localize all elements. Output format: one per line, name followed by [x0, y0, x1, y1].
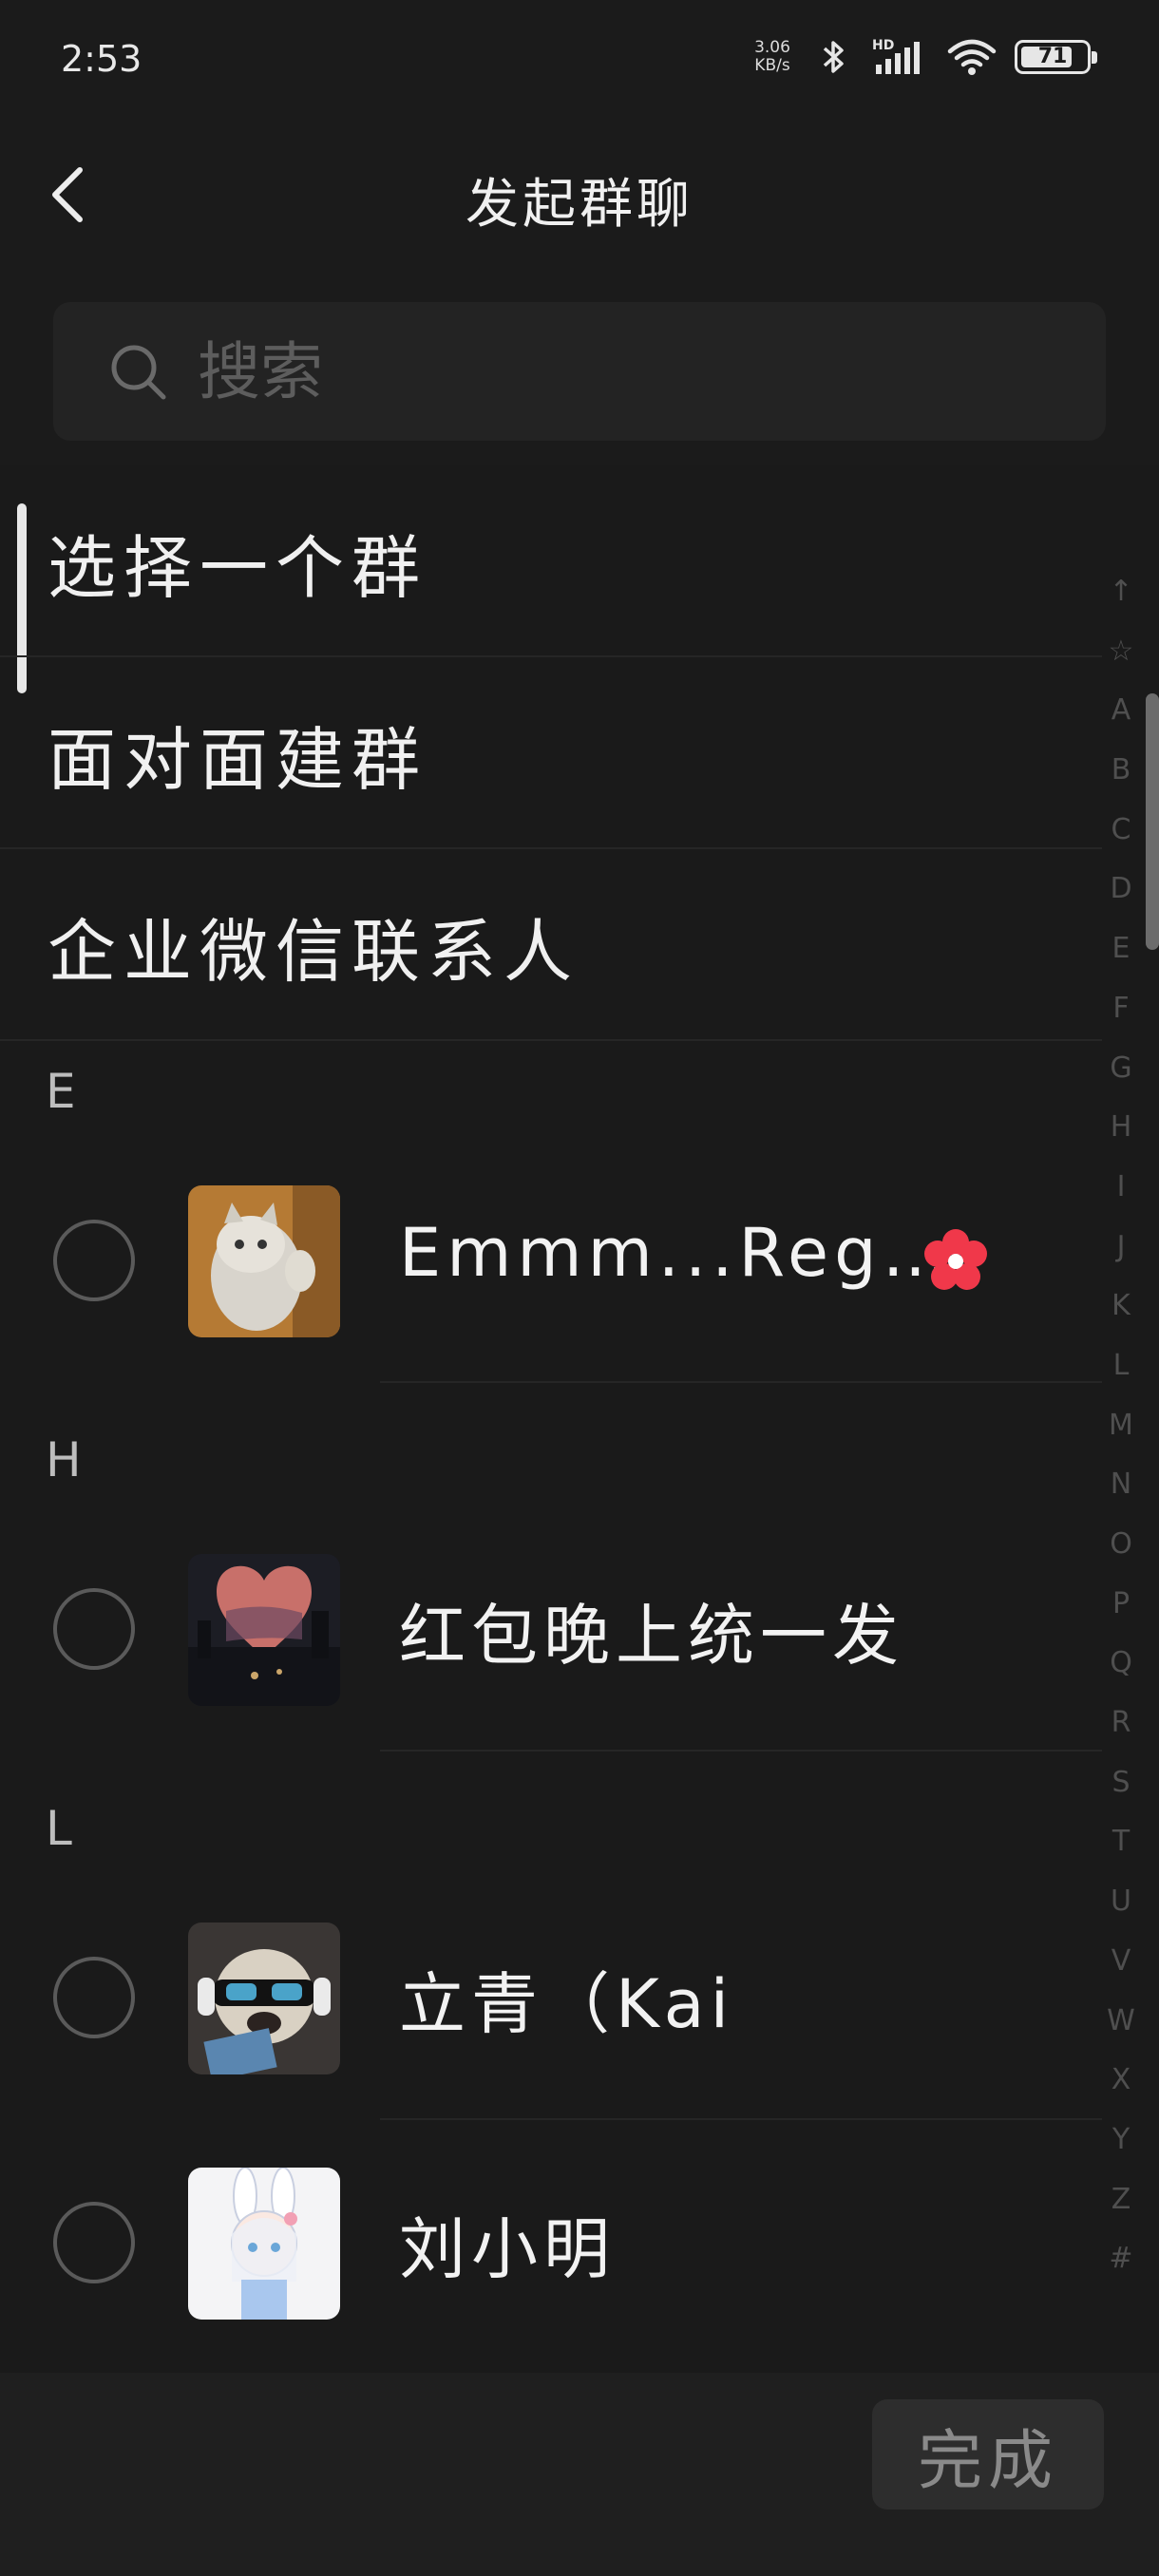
index-letter[interactable]: E — [1112, 919, 1130, 979]
index-letter[interactable]: Q — [1110, 1634, 1132, 1694]
avatar — [188, 2168, 340, 2320]
index-letter[interactable]: J — [1117, 1218, 1126, 1278]
contact-name: 刘小明 — [399, 2210, 616, 2288]
nav-bar: 发起群聊 — [0, 133, 1159, 256]
index-letter[interactable]: D — [1110, 860, 1131, 919]
scrollbar-thumb[interactable] — [1146, 693, 1159, 950]
contact-name: Emmm...Reg… — [399, 1214, 955, 1292]
contact-row[interactable]: 立青（Kai — [0, 1875, 1102, 2120]
contact-name: 立青（Kai — [399, 1965, 735, 2043]
index-letter[interactable]: A — [1112, 681, 1131, 741]
index-letter[interactable]: Y — [1112, 2111, 1130, 2170]
wecom-contacts-option[interactable]: 企业微信联系人 — [0, 849, 1102, 1041]
select-group-option[interactable]: 选择一个群 — [0, 465, 1102, 657]
index-letter[interactable]: G — [1110, 1039, 1131, 1099]
index-letter[interactable]: P — [1112, 1575, 1130, 1635]
contact-name: 红包晚上统一发 — [399, 1597, 904, 1675]
index-letter[interactable]: W — [1107, 1992, 1135, 2052]
index-letter[interactable]: S — [1112, 1753, 1130, 1813]
svg-text:HD: HD — [872, 38, 894, 53]
index-letter[interactable]: U — [1111, 1872, 1131, 1932]
contact-row[interactable]: Emmm...Reg… — [0, 1138, 1102, 1383]
index-letter[interactable]: # — [1109, 2229, 1132, 2289]
contact-row[interactable]: 刘小明 — [0, 2120, 1102, 2365]
status-bar: 2:53 3.06 KB/s HD 71 — [0, 0, 1159, 123]
battery-level: 71 — [1037, 45, 1068, 68]
index-letter[interactable]: R — [1112, 1694, 1131, 1753]
search-icon — [111, 345, 166, 400]
section-header-l: L — [46, 1801, 72, 1856]
contact-row[interactable]: 红包晚上统一发 — [0, 1506, 1102, 1752]
index-letter[interactable]: ↑ — [1109, 562, 1132, 622]
index-letter[interactable]: I — [1117, 1158, 1126, 1218]
wecom-contacts-label: 企业微信联系人 — [48, 911, 580, 992]
bottom-bar: 完成 — [0, 2373, 1159, 2576]
avatar — [188, 1554, 340, 1706]
section-header-h: H — [46, 1432, 82, 1487]
avatar — [188, 1185, 340, 1337]
select-radio[interactable] — [53, 1957, 135, 2038]
bluetooth-icon — [823, 41, 844, 73]
index-letter[interactable]: X — [1112, 2051, 1131, 2111]
index-letter[interactable]: V — [1112, 1932, 1131, 1992]
index-letter[interactable]: C — [1112, 801, 1131, 861]
alphabet-index-bar[interactable]: ↑ ☆ A B C D E F G H I J K L M N O P Q R S T U V W X Y Z # — [1102, 562, 1140, 2289]
index-letter[interactable]: B — [1112, 741, 1131, 801]
index-letter[interactable]: T — [1112, 1812, 1130, 1872]
page-title: 发起群聊 — [466, 174, 694, 236]
select-radio[interactable] — [53, 1220, 135, 1301]
network-speed-value: 3.06 — [754, 38, 790, 57]
index-letter[interactable]: O — [1110, 1515, 1132, 1575]
select-radio[interactable] — [53, 1588, 135, 1670]
index-letter[interactable]: N — [1111, 1455, 1131, 1515]
network-speed-unit: KB/s — [754, 56, 790, 75]
index-letter[interactable]: Z — [1112, 2170, 1131, 2230]
status-time: 2:53 — [61, 38, 142, 80]
avatar — [188, 1923, 340, 2074]
contact-list[interactable]: 选择一个群 面对面建群 企业微信联系人 E Emmm...Reg… H 红包晚上… — [0, 465, 1159, 2373]
index-letter[interactable]: ☆ — [1109, 622, 1134, 682]
select-radio[interactable] — [53, 2202, 135, 2283]
search-input[interactable] — [198, 334, 958, 408]
section-header-e: E — [46, 1064, 76, 1119]
select-group-label: 选择一个群 — [48, 527, 428, 608]
search-bar[interactable] — [53, 302, 1106, 441]
index-letter[interactable]: K — [1112, 1277, 1130, 1336]
index-letter[interactable]: M — [1109, 1396, 1133, 1456]
index-letter[interactable]: L — [1113, 1336, 1130, 1396]
face-to-face-group-label: 面对面建群 — [48, 719, 428, 800]
index-letter[interactable]: H — [1111, 1098, 1132, 1158]
network-speed: 3.06 KB/s — [749, 39, 796, 75]
face-to-face-group-option[interactable]: 面对面建群 — [0, 657, 1102, 849]
wifi-icon — [947, 39, 997, 75]
done-button[interactable]: 完成 — [872, 2399, 1104, 2510]
index-letter[interactable]: F — [1112, 979, 1129, 1039]
red-flower-icon — [924, 1229, 987, 1290]
battery-icon: 71 — [1015, 40, 1097, 74]
signal-hd-icon: HD — [872, 38, 920, 74]
status-icons: 3.06 KB/s HD 71 — [749, 36, 1097, 78]
